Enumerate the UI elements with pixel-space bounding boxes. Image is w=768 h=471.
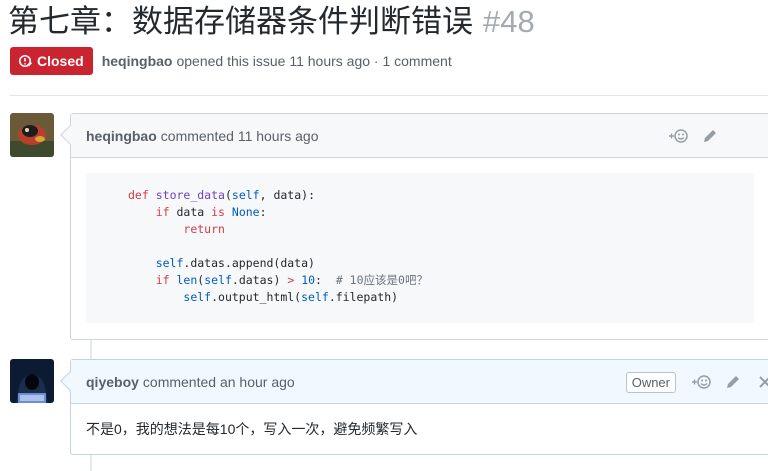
avatar-image [10, 113, 54, 157]
timeline-line [90, 455, 92, 471]
comment-time[interactable]: commented 11 hours ago [161, 128, 319, 144]
avatar-image [10, 359, 54, 403]
comment-arrow [60, 125, 80, 145]
comment-header: heqingbao commented 11 hours ago [60, 114, 768, 158]
state-badge: Closed [10, 47, 93, 75]
comment-author-link[interactable]: qiyeboy [86, 374, 139, 390]
smiley-plus-icon[interactable] [690, 371, 712, 393]
issue-meta: Closed heqingbao opened this issue 11 ho… [10, 47, 452, 75]
comment-body: def store_data(self, data): if data is N… [71, 158, 768, 338]
x-icon[interactable] [754, 371, 768, 393]
comment-arrow [60, 371, 80, 391]
code-block: def store_data(self, data): if data is N… [86, 173, 754, 323]
comment-author-link[interactable]: heqingbao [86, 128, 157, 144]
code-line: def store_data(self, data): [128, 188, 315, 202]
code-line: self.datas.append(data) [155, 256, 315, 270]
comment-time[interactable]: commented an hour ago [143, 374, 295, 390]
comment-actions [667, 114, 721, 158]
comment-body: 不是0，我的想法是每10个，写入一次，避免频繁写入 [71, 404, 768, 454]
smiley-plus-icon[interactable] [667, 125, 689, 147]
avatar[interactable] [10, 359, 54, 403]
avatar[interactable] [10, 113, 54, 157]
code-line: self.output_html(self.filepath) [183, 290, 399, 304]
comment-actions: Owner [625, 360, 768, 404]
issue-number: #48 [483, 4, 535, 39]
comment-header: qiyeboy commented an hour ago Owner [60, 360, 768, 404]
issue-author-link[interactable]: heqingbao [102, 53, 173, 69]
code-line: if len(self.datas) > 10: # 10应该是0吧？ [155, 273, 428, 287]
issue-title-text: 第七章：数据存储器条件判断错误 [8, 4, 473, 39]
code-line: if data is None: [155, 205, 267, 219]
issue-closed-icon [18, 54, 32, 68]
issue-title: 第七章：数据存储器条件判断错误 #48 [8, 2, 535, 42]
header-divider [10, 95, 768, 96]
comment-text: 不是0，我的想法是每10个，写入一次，避免频繁写入 [86, 421, 418, 437]
state-label: Closed [37, 53, 84, 69]
timeline-line [90, 340, 92, 360]
comment: heqingbao commented 11 hours ago def sto… [60, 113, 768, 340]
owner-badge: Owner [625, 371, 676, 393]
code-line: return [183, 222, 225, 236]
pencil-icon[interactable] [699, 125, 721, 147]
comment: qiyeboy commented an hour ago Owner 不是0，… [60, 359, 768, 455]
pencil-icon[interactable] [722, 371, 744, 393]
issue-opened-text: opened this issue 11 hours ago · 1 comme… [176, 53, 452, 69]
